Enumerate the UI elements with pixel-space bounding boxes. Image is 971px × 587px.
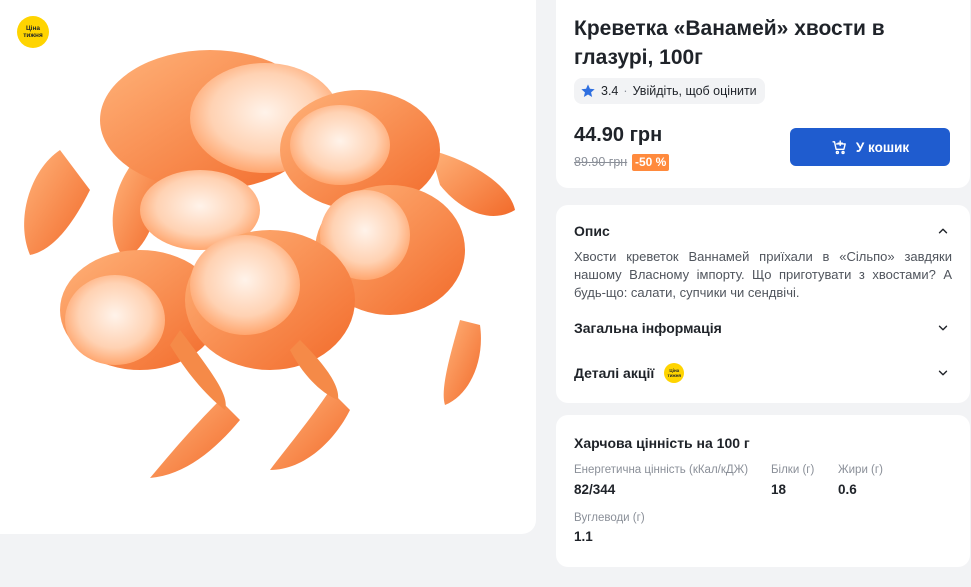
chevron-down-icon (938, 370, 948, 376)
rating-value: 3.4 (601, 84, 619, 98)
promo-details-label: Деталі акції Ціна тижня (574, 363, 685, 383)
carbs-label: Вуглеводи (г) (574, 512, 645, 524)
carbs-value: 1.1 (574, 529, 593, 544)
description-card: Опис Хвости креветок Ваннамей приїхали в… (556, 205, 970, 403)
fat-value: 0.6 (838, 482, 857, 497)
discount-badge: -50 % (632, 154, 670, 171)
product-title: Креветка «Ванамей» хвости в глазурі, 100… (574, 17, 885, 69)
description-title: Опис (574, 223, 610, 239)
rate-login-prompt[interactable]: Увійдіть, щоб оцінити (633, 84, 757, 98)
nutrition-title: Харчова цінність на 100 г (574, 435, 750, 451)
fat-label: Жири (г) (838, 464, 883, 476)
add-to-cart-label: У кошик (855, 139, 910, 155)
protein-label: Білки (г) (771, 464, 815, 476)
price-of-week-badge: Ціна тижня (17, 16, 49, 48)
promo-details-title: Деталі акції (574, 365, 655, 381)
energy-value: 82/344 (574, 482, 616, 497)
chevron-up-icon (938, 228, 948, 234)
rating-separator: · (623, 84, 628, 98)
promo-details-toggle[interactable]: Деталі акції Ціна тижня (574, 363, 950, 383)
energy-label: Енергетична цінність (кКал/кДЖ) (574, 464, 749, 476)
product-summary-card: Креветка «Ванамей» хвости в глазурі, 100… (556, 0, 970, 188)
add-to-cart-button[interactable]: У кошик (790, 128, 950, 166)
nutrition-card: Харчова цінність на 100 г Енергетична ці… (556, 415, 970, 567)
rating-pill[interactable]: 3.4 · Увійдіть, щоб оцінити (574, 78, 765, 104)
description-text: Хвости креветок Ваннамей приїхали в «Сіл… (574, 249, 952, 300)
cart-add-icon (832, 139, 846, 154)
star-icon (581, 84, 595, 97)
protein-value: 18 (771, 482, 787, 497)
product-image-card: Ціна тижня (0, 0, 536, 534)
product-photo[interactable] (0, 0, 536, 534)
current-price: 44.90 грн (574, 124, 663, 146)
price-of-week-mini-badge: Ціна тижня (664, 363, 685, 383)
description-toggle[interactable]: Опис (574, 223, 950, 239)
general-info-title: Загальна інформація (574, 320, 722, 336)
chevron-down-icon (938, 325, 948, 331)
general-info-toggle[interactable]: Загальна інформація (574, 320, 950, 336)
old-price: 89.90 грн (574, 155, 628, 169)
